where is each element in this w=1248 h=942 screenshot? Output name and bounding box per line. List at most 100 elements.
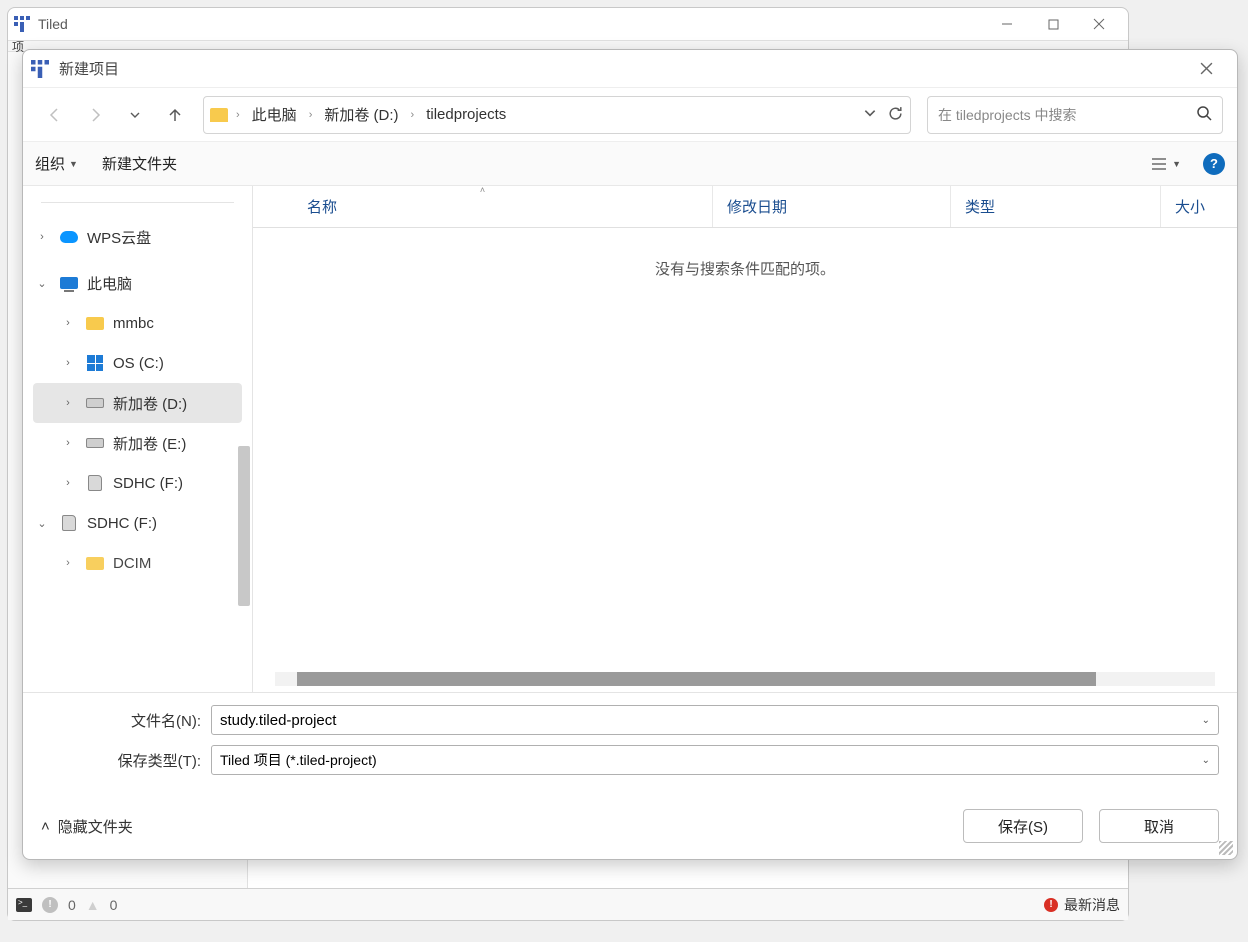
help-button[interactable]: ? (1203, 153, 1225, 175)
tiled-logo-icon (31, 60, 49, 78)
tree-item-sdhc-f2[interactable]: ⌄ SDHC (F:) (33, 503, 242, 543)
filename-input[interactable] (220, 712, 1194, 729)
dialog-title: 新建项目 (59, 58, 119, 79)
tree-item-d[interactable]: › 新加卷 (D:) (33, 383, 242, 423)
tree-label: 新加卷 (E:) (113, 433, 186, 454)
tree-item-wps[interactable]: › WPS云盘 (33, 217, 242, 257)
breadcrumb-root[interactable]: 此电脑 (248, 102, 301, 127)
tree-item-thispc[interactable]: ⌄ 此电脑 (33, 263, 242, 303)
chevron-right-icon: › (407, 109, 419, 121)
nav-back-button[interactable] (37, 97, 73, 133)
nav-tree[interactable]: › WPS云盘 ⌄ 此电脑 › mmbc › OS (C:) › (23, 186, 253, 692)
form-area: 文件名(N): ⌄ 保存类型(T): Tiled 项目 (*.tiled-pro… (23, 692, 1237, 859)
cancel-button[interactable]: 取消 (1099, 809, 1219, 843)
column-name[interactable]: ˄ 名称 (253, 186, 713, 227)
hide-folders-toggle[interactable]: ˄ 隐藏文件夹 (41, 816, 133, 837)
chevron-right-icon[interactable]: › (59, 397, 77, 409)
chevron-right-icon[interactable]: › (59, 437, 77, 449)
alert-icon: ! (1044, 898, 1058, 912)
breadcrumb-mid[interactable]: 新加卷 (D:) (320, 102, 402, 127)
column-label: 名称 (267, 196, 337, 217)
chevron-right-icon: › (305, 109, 317, 121)
minimize-button[interactable] (984, 8, 1030, 40)
tree-item-os-c[interactable]: › OS (C:) (33, 343, 242, 383)
scrollbar-thumb[interactable] (297, 672, 1096, 686)
chevron-down-icon[interactable]: ⌄ (33, 517, 51, 530)
tree-item-sdhc-f1[interactable]: › SDHC (F:) (33, 463, 242, 503)
tree-label: SDHC (F:) (113, 475, 183, 492)
column-label: 大小 (1175, 196, 1205, 217)
search-box[interactable]: 在 tiledprojects 中搜索 (927, 96, 1223, 134)
sort-ascending-icon: ˄ (480, 186, 485, 195)
latest-news-label: 最新消息 (1064, 895, 1120, 915)
organize-menu[interactable]: 组织 ▼ (35, 153, 78, 174)
chevron-down-icon: ▼ (69, 159, 78, 169)
column-type[interactable]: 类型 (951, 186, 1161, 227)
refresh-button[interactable] (887, 105, 904, 125)
chevron-right-icon[interactable]: › (59, 557, 77, 569)
chevron-down-icon[interactable]: ⌄ (33, 277, 51, 290)
tree-label: OS (C:) (113, 355, 164, 372)
tree-item-dcim[interactable]: › DCIM (33, 543, 242, 583)
breadcrumb-leaf[interactable]: tiledprojects (422, 104, 510, 125)
drive-icon (86, 438, 104, 448)
organize-label: 组织 (35, 153, 65, 174)
tree-label: mmbc (113, 315, 154, 332)
tree-label: WPS云盘 (87, 227, 151, 248)
chevron-down-icon[interactable]: ⌄ (1194, 755, 1210, 766)
horizontal-scrollbar[interactable] (275, 672, 1215, 686)
nav-recent-button[interactable] (117, 97, 153, 133)
column-label: 类型 (965, 196, 995, 217)
column-size[interactable]: 大小 (1161, 186, 1237, 227)
folder-icon (86, 557, 104, 570)
cloud-icon (60, 231, 78, 243)
statusbar: ! 0 ▲ 0 ! 最新消息 (8, 888, 1128, 920)
dialog-close-button[interactable] (1183, 50, 1229, 88)
console-icon[interactable] (16, 898, 32, 912)
filename-field[interactable]: ⌄ (211, 705, 1219, 735)
resize-grip[interactable] (1219, 841, 1233, 855)
nav-forward-button[interactable] (77, 97, 113, 133)
tree-label: 此电脑 (87, 273, 132, 294)
tree-scrollbar[interactable] (238, 446, 250, 606)
dialog-nav: › 此电脑 › 新加卷 (D:) › tiledprojects 在 tiled… (23, 88, 1237, 142)
column-label: 修改日期 (727, 196, 787, 217)
address-bar[interactable]: › 此电脑 › 新加卷 (D:) › tiledprojects (203, 96, 911, 134)
save-button[interactable]: 保存(S) (963, 809, 1083, 843)
close-button[interactable] (1076, 8, 1122, 40)
file-list-area: ˄ 名称 修改日期 类型 大小 没有与搜索条件匹配的项。 (253, 186, 1237, 692)
folder-icon (86, 317, 104, 330)
main-titlebar[interactable]: Tiled (8, 8, 1128, 40)
column-date[interactable]: 修改日期 (713, 186, 951, 227)
savetype-field[interactable]: Tiled 项目 (*.tiled-project) ⌄ (211, 745, 1219, 775)
pc-icon (60, 277, 78, 289)
nav-up-button[interactable] (157, 97, 193, 133)
warning-icon[interactable]: ▲ (86, 897, 100, 913)
error-count: 0 (68, 897, 76, 913)
search-placeholder: 在 tiledprojects 中搜索 (938, 105, 1196, 125)
chevron-right-icon[interactable]: › (59, 477, 77, 489)
dialog-titlebar[interactable]: 新建项目 (23, 50, 1237, 88)
latest-news-button[interactable]: ! 最新消息 (1044, 895, 1120, 915)
view-options-button[interactable]: ▼ (1150, 157, 1181, 171)
savetype-value: Tiled 项目 (*.tiled-project) (220, 750, 377, 770)
savetype-label: 保存类型(T): (41, 750, 211, 771)
chevron-right-icon[interactable]: › (59, 317, 77, 329)
empty-message: 没有与搜索条件匹配的项。 (253, 228, 1237, 309)
search-icon (1196, 105, 1212, 124)
chevron-up-icon: ˄ (41, 818, 50, 835)
chevron-down-icon[interactable]: ⌄ (1194, 715, 1210, 726)
tree-item-e[interactable]: › 新加卷 (E:) (33, 423, 242, 463)
sd-card-icon (88, 475, 102, 491)
tree-item-mmbc[interactable]: › mmbc (33, 303, 242, 343)
maximize-button[interactable] (1030, 8, 1076, 40)
new-folder-button[interactable]: 新建文件夹 (102, 153, 177, 174)
chevron-right-icon[interactable]: › (33, 231, 51, 243)
address-dropdown[interactable] (863, 106, 877, 123)
chevron-right-icon[interactable]: › (59, 357, 77, 369)
tiled-logo-icon (14, 16, 30, 32)
filename-label: 文件名(N): (41, 710, 211, 731)
info-icon[interactable]: ! (42, 897, 58, 913)
chevron-down-icon: ▼ (1172, 159, 1181, 169)
folder-icon (210, 108, 228, 122)
